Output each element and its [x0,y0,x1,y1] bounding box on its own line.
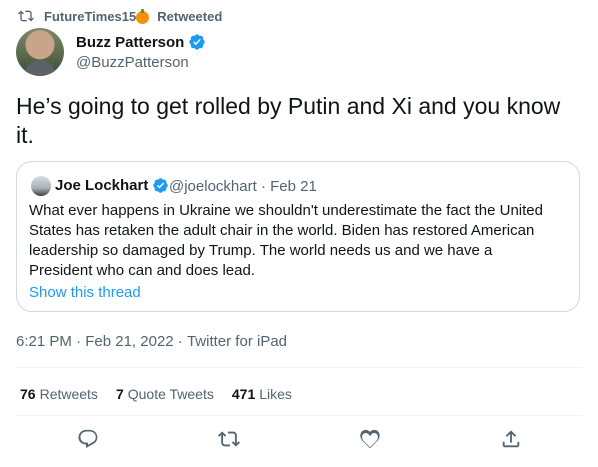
retweets-stat[interactable]: 76 Retweets [20,386,98,402]
quoted-handle[interactable]: @joelockhart [169,178,257,195]
tweet-timestamp: 6:21 PM · Feb 21, 2022 · Twitter for iPa… [16,333,287,350]
quoted-meta: @joelockhart · Feb 21 [169,178,317,195]
quoted-tweet-card[interactable]: Joe Lockhart @joelockhart · Feb 21 What … [16,161,580,312]
verified-icon [153,178,169,193]
quoted-author-name-row[interactable]: Joe Lockhart [55,177,169,194]
divider [16,367,582,368]
reply-icon[interactable] [77,428,99,450]
tweet-date[interactable]: Feb 21, 2022 [85,333,173,350]
retweet-icon [18,10,34,22]
verified-icon [189,34,206,50]
orange-emoji-icon [136,8,150,24]
retweet-banner: FutureTimes15 Retweeted [18,8,222,24]
retweeter-name[interactable]: FutureTimes15 [44,9,136,24]
divider [16,415,582,416]
tweet-source[interactable]: Twitter for iPad [187,333,287,350]
meta-separator: · [256,178,271,195]
quoted-author-avatar[interactable] [31,176,51,196]
author-name[interactable]: Buzz Patterson [76,34,184,51]
retweet-label: Retweeted [157,8,223,24]
meta-separator: · [71,333,86,350]
tweet-stats: 76 Retweets 7 Quote Tweets 471 Likes [20,386,310,402]
likes-stat[interactable]: 471 Likes [232,386,292,402]
quoted-author-name[interactable]: Joe Lockhart [55,177,148,194]
author-avatar[interactable] [16,28,64,76]
meta-separator: · [173,333,187,350]
like-icon[interactable] [359,428,381,450]
tweet-time[interactable]: 6:21 PM [16,333,72,350]
action-bar [0,428,598,456]
retweet-icon[interactable] [218,428,240,450]
quoted-date[interactable]: Feb 21 [270,178,317,195]
author-name-row[interactable]: Buzz Patterson [76,33,206,51]
show-thread-link[interactable]: Show this thread [29,284,141,301]
author-handle[interactable]: @BuzzPatterson [76,54,189,71]
share-icon[interactable] [500,428,522,450]
tweet-text: He’s going to get rolled by Putin and Xi… [16,93,561,148]
quoted-tweet-text: What ever happens in Ukraine we shouldn'… [29,202,543,279]
quote-tweets-stat[interactable]: 7 Quote Tweets [116,386,214,402]
